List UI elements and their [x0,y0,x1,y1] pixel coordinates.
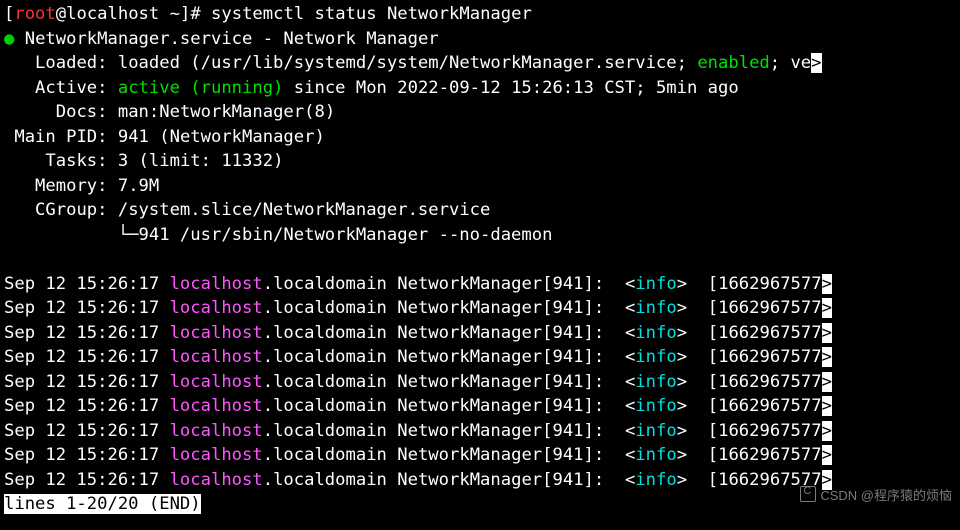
docs-label: Docs: [56,102,108,122]
log-line: Sep 12 15:26:17 localhost.localdomain Ne… [4,347,822,367]
log-line: Sep 12 15:26:17 localhost.localdomain Ne… [4,274,822,294]
truncation-marker: > [822,323,832,343]
loaded-path: loaded (/usr/lib/systemd/system/NetworkM… [118,53,697,73]
log-line: Sep 12 15:26:17 localhost.localdomain Ne… [4,298,822,318]
docs-value: man:NetworkManager(8) [118,102,335,122]
truncation-marker: > [822,421,832,441]
memory-label: Memory: [35,176,107,196]
cgroup-tree: └─ [118,225,139,245]
log-line: Sep 12 15:26:17 localhost.localdomain Ne… [4,372,822,392]
log-line: Sep 12 15:26:17 localhost.localdomain Ne… [4,445,822,465]
tasks-value: 3 (limit: 11332) [118,151,284,171]
mainpid-value: 941 (NetworkManager) [118,127,325,147]
terminal-output[interactable]: [root@localhost ~]# systemctl status Net… [0,0,960,519]
log-line: Sep 12 15:26:17 localhost.localdomain Ne… [4,323,822,343]
truncation-marker: > [822,372,832,392]
unit-desc: Network Manager [283,29,438,49]
tasks-label: Tasks: [45,151,107,171]
truncation-marker: > [822,298,832,318]
truncation-marker: > [822,396,832,416]
log-line: Sep 12 15:26:17 localhost.localdomain Ne… [4,396,822,416]
unit-name: NetworkManager.service [25,29,253,49]
log-line: Sep 12 15:26:17 localhost.localdomain Ne… [4,470,822,490]
active-state: active (running) [118,78,284,98]
truncation-marker: > [822,445,832,465]
mainpid-label: Main PID: [14,127,107,147]
command-text: systemctl status NetworkManager [211,4,532,24]
prompt-cwd: ~ [170,4,180,24]
loaded-post: ; ve [770,53,811,73]
cgroup-value: /system.slice/NetworkManager.service [118,200,491,220]
active-since: since Mon 2022-09-12 15:26:13 CST; 5min … [283,78,738,98]
truncation-marker: > [822,470,832,490]
truncation-marker: > [822,274,832,294]
cgroup-label: CGroup: [35,200,107,220]
truncation-marker: > [822,347,832,367]
loaded-label: Loaded: [35,53,107,73]
memory-value: 7.9M [118,176,159,196]
active-label: Active: [35,78,107,98]
cgroup-child: 941 /usr/sbin/NetworkManager --no-daemon [139,225,553,245]
truncation-marker: > [811,53,821,73]
log-line: Sep 12 15:26:17 localhost.localdomain Ne… [4,421,822,441]
loaded-enabled: enabled [697,53,769,73]
status-bullet: ● [4,29,14,49]
prompt-user: root [14,4,55,24]
pager-status[interactable]: lines 1-20/20 (END) [4,494,201,514]
prompt-host: localhost [66,4,159,24]
